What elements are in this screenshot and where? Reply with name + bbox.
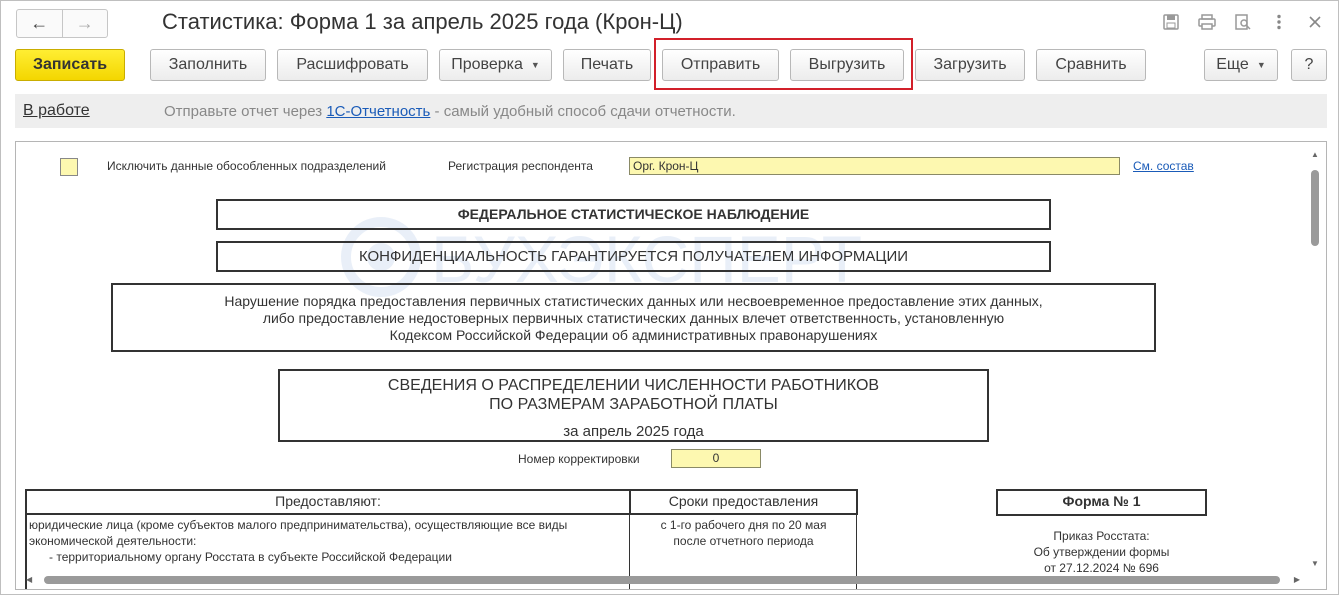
correction-field[interactable]: 0 (671, 449, 761, 468)
form-number-box: Форма № 1 (996, 489, 1207, 516)
order-info: Приказ Росстата: Об утверждении формы от… (996, 528, 1207, 576)
vertical-scrollbar[interactable]: ▲ ▼ (1308, 144, 1322, 572)
report-title-box: СВЕДЕНИЯ О РАСПРЕДЕЛЕНИИ ЧИСЛЕННОСТИ РАБ… (278, 369, 989, 442)
warning-box: Нарушение порядка предоставления первичн… (111, 283, 1156, 352)
more-label: Еще (1216, 56, 1249, 73)
report-title-line: ПО РАЗМЕРАМ ЗАРАБОТНОЙ ПЛАТЫ (489, 396, 778, 413)
more-dropdown-button[interactable]: Еще ▼ (1204, 49, 1278, 81)
deadlines-line: с 1-го рабочего дня по 20 мая (660, 518, 827, 532)
vertical-scroll-thumb[interactable] (1311, 170, 1319, 246)
arrow-right-icon: → (75, 13, 94, 33)
deadlines-cell: с 1-го рабочего дня по 20 мая после отче… (632, 517, 855, 549)
caret-down-icon: ▼ (530, 60, 540, 70)
horizontal-scroll-thumb[interactable] (44, 576, 1280, 584)
horizontal-scrollbar[interactable]: ◀ ▶ (18, 573, 1308, 587)
navigation-group: ← → (16, 9, 108, 38)
report-document: БУХЭКСПЕРТ Исключить данные обособленных… (15, 141, 1327, 590)
federal-header: ФЕДЕРАЛЬНОЕ СТАТИСТИЧЕСКОЕ НАБЛЮДЕНИЕ (216, 199, 1051, 230)
warning-line: Кодексом Российской Федерации об админис… (389, 327, 878, 343)
window-title: Статистика: Форма 1 за апрель 2025 года … (162, 9, 683, 34)
compare-button[interactable]: Сравнить (1036, 49, 1146, 81)
scroll-up-icon[interactable]: ▲ (1311, 150, 1319, 159)
providers-cell: юридические лица (кроме субъектов малого… (29, 517, 624, 565)
save-button[interactable]: Записать (15, 49, 125, 81)
preview-icon[interactable] (1232, 11, 1254, 33)
info-text: Отправьте отчет через 1С-Отчетность - са… (164, 103, 736, 120)
help-button[interactable]: ? (1291, 49, 1327, 81)
status-link[interactable]: В работе (23, 102, 90, 120)
scroll-right-icon[interactable]: ▶ (1294, 575, 1300, 584)
fill-button[interactable]: Заполнить (150, 49, 266, 81)
save-icon[interactable] (1160, 11, 1182, 33)
print-icon[interactable] (1196, 11, 1218, 33)
scroll-down-icon[interactable]: ▼ (1311, 559, 1319, 568)
info-text-after: - самый удобный способ сдачи отчетности. (430, 103, 736, 120)
providers-line: юридические лица (кроме субъектов малого… (29, 518, 568, 532)
back-button[interactable]: ← (17, 10, 62, 37)
respondent-label: Регистрация респондента (448, 159, 593, 173)
report-title-line: СВЕДЕНИЯ О РАСПРЕДЕЛЕНИИ ЧИСЛЕННОСТИ РАБ… (387, 377, 880, 394)
deadlines-line: после отчетного периода (673, 534, 814, 548)
reporting-link[interactable]: 1С-Отчетность (326, 103, 430, 120)
import-button[interactable]: Загрузить (915, 49, 1025, 81)
confidential-header: КОНФИДЕНЦИАЛЬНОСТЬ ГАРАНТИРУЕТСЯ ПОЛУЧАТ… (216, 241, 1051, 272)
exclude-label: Исключить данные обособленных подразделе… (107, 159, 386, 173)
highlight-frame (654, 38, 913, 90)
info-bar: В работе Отправьте отчет через 1С-Отчетн… (15, 94, 1327, 128)
respondent-field[interactable]: Орг. Крон-Ц (629, 157, 1120, 175)
close-icon[interactable] (1304, 11, 1326, 33)
forward-button[interactable]: → (61, 10, 108, 37)
see-list-link[interactable]: См. состав (1133, 159, 1194, 173)
correction-label: Номер корректировки (518, 452, 640, 466)
check-label: Проверка (451, 56, 523, 73)
providers-line: экономической деятельности: (29, 534, 197, 548)
arrow-left-icon: ← (30, 13, 49, 33)
table-header-providers: Предоставляют: (25, 489, 631, 515)
warning-line: Нарушение порядка предоставления первичн… (224, 293, 1043, 309)
warning-line: либо предоставление недостоверных первич… (262, 310, 1005, 326)
print-button[interactable]: Печать (563, 49, 651, 81)
scroll-left-icon[interactable]: ◀ (26, 575, 32, 584)
order-line: Приказ Росстата: (1053, 529, 1150, 543)
report-window: ← → Статистика: Форма 1 за апрель 2025 г… (0, 0, 1339, 595)
window-actions (1160, 11, 1326, 33)
check-dropdown-button[interactable]: Проверка ▼ (439, 49, 552, 81)
caret-down-icon: ▼ (1256, 60, 1266, 70)
info-text-before: Отправьте отчет через (164, 103, 327, 120)
table-header-deadlines: Сроки предоставления (629, 489, 858, 515)
order-line: Об утверждении формы (1033, 545, 1170, 559)
providers-line: - территориальному органу Росстата в суб… (49, 550, 452, 564)
report-period: за апрель 2025 года (563, 423, 704, 440)
decode-button[interactable]: Расшифровать (277, 49, 428, 81)
more-vertical-icon[interactable] (1268, 11, 1290, 33)
exclude-checkbox[interactable] (60, 158, 78, 176)
